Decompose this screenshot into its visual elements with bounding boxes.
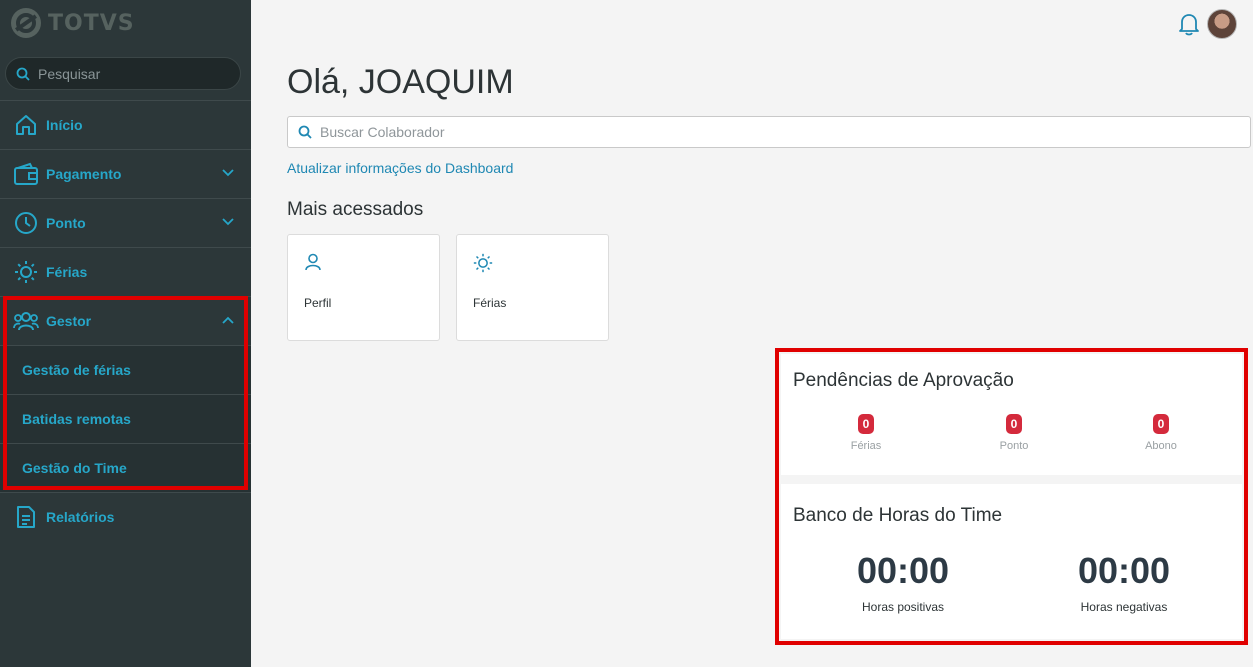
negative-hours-value: 00:00 <box>1077 550 1171 591</box>
document-icon <box>13 504 39 530</box>
shortcut-card-perfil[interactable]: Perfil <box>287 234 440 341</box>
sidebar-subitem-gestao-time[interactable]: Gestão do Time <box>0 443 251 492</box>
chevron-down-icon <box>222 218 234 226</box>
count-badge: 0 <box>1006 414 1022 434</box>
home-icon <box>13 112 39 138</box>
sidebar-subitem-gestao-ferias[interactable]: Gestão de férias <box>0 345 251 394</box>
sidebar-item-inicio[interactable]: Início <box>0 100 251 149</box>
pending-item-label: Ponto <box>999 440 1029 452</box>
collaborator-search-placeholder: Buscar Colaborador <box>320 124 445 140</box>
count-badge: 0 <box>1153 414 1169 434</box>
pending-item-label: Férias <box>850 440 882 452</box>
sidebar-subitem-batidas-remotas[interactable]: Batidas remotas <box>0 394 251 443</box>
sidebar-subitem-label: Gestão de férias <box>22 362 131 378</box>
sidebar-item-label: Relatórios <box>46 509 115 525</box>
positive-hours: 00:00 Horas positivas <box>823 550 983 614</box>
negative-hours: 00:00 Horas negativas <box>1044 550 1204 614</box>
page-title: Olá, JOAQUIM <box>287 63 514 101</box>
chevron-down-icon <box>222 169 234 177</box>
person-icon <box>305 253 321 271</box>
totvs-logo-icon <box>11 8 41 38</box>
totvs-logo[interactable]: TOTVS <box>10 7 135 39</box>
sidebar-item-label: Férias <box>46 264 88 280</box>
bell-icon[interactable] <box>1178 12 1200 36</box>
sidebar-search-placeholder: Pesquisar <box>38 65 101 82</box>
pending-item-ferias[interactable]: 0 Férias <box>816 414 916 452</box>
positive-hours-label: Horas positivas <box>861 600 945 614</box>
pending-approvals-panel: Pendências de Aprovação 0 Férias 0 Ponto… <box>781 354 1242 475</box>
sidebar-subitem-label: Gestão do Time <box>22 460 127 476</box>
sidebar-item-label: Ponto <box>46 215 86 231</box>
sidebar-item-label: Pagamento <box>46 166 122 182</box>
sun-icon <box>13 259 39 285</box>
pending-item-ponto[interactable]: 0 Ponto <box>964 414 1064 452</box>
team-hours-title: Banco de Horas do Time <box>793 505 1003 526</box>
search-icon <box>16 67 30 81</box>
wallet-icon <box>13 161 39 187</box>
logo-text: TOTVS <box>48 10 135 36</box>
shortcut-card-ferias[interactable]: Férias <box>456 234 609 341</box>
count-badge: 0 <box>858 414 874 434</box>
sidebar-item-label: Início <box>46 117 83 133</box>
collaborator-search-input[interactable]: Buscar Colaborador <box>287 116 1251 148</box>
pending-item-label: Abono <box>1145 440 1177 452</box>
sidebar-item-gestor[interactable]: Gestor <box>0 296 251 345</box>
sidebar-item-ferias[interactable]: Férias <box>0 247 251 296</box>
update-dashboard-link[interactable]: Atualizar informações do Dashboard <box>287 160 513 176</box>
sidebar-search[interactable]: Pesquisar <box>5 57 241 90</box>
search-icon <box>298 125 312 139</box>
negative-hours-label: Horas negativas <box>1080 600 1168 614</box>
pending-item-abono[interactable]: 0 Abono <box>1111 414 1211 452</box>
sidebar-nav: Início Pagamento Ponto Férias Gestor Ges… <box>0 100 251 541</box>
most-accessed-title: Mais acessados <box>287 199 424 220</box>
sidebar-subitem-label: Batidas remotas <box>22 411 131 427</box>
team-icon <box>13 308 39 334</box>
sidebar-item-relatorios[interactable]: Relatórios <box>0 492 251 541</box>
card-label: Férias <box>473 296 507 310</box>
sidebar-item-label: Gestor <box>46 313 92 329</box>
chevron-up-icon <box>222 316 234 324</box>
sidebar-item-ponto[interactable]: Ponto <box>0 198 251 247</box>
positive-hours-value: 00:00 <box>856 550 950 591</box>
sun-icon <box>473 253 493 273</box>
pending-approvals-title: Pendências de Aprovação <box>793 370 1014 391</box>
avatar[interactable] <box>1207 9 1237 39</box>
sidebar-item-pagamento[interactable]: Pagamento <box>0 149 251 198</box>
clock-icon <box>13 210 39 236</box>
sidebar: TOTVS Pesquisar Início Pagamento Ponto F… <box>0 0 251 667</box>
team-hours-panel: Banco de Horas do Time 00:00 Horas posit… <box>781 484 1242 639</box>
card-label: Perfil <box>304 296 332 310</box>
